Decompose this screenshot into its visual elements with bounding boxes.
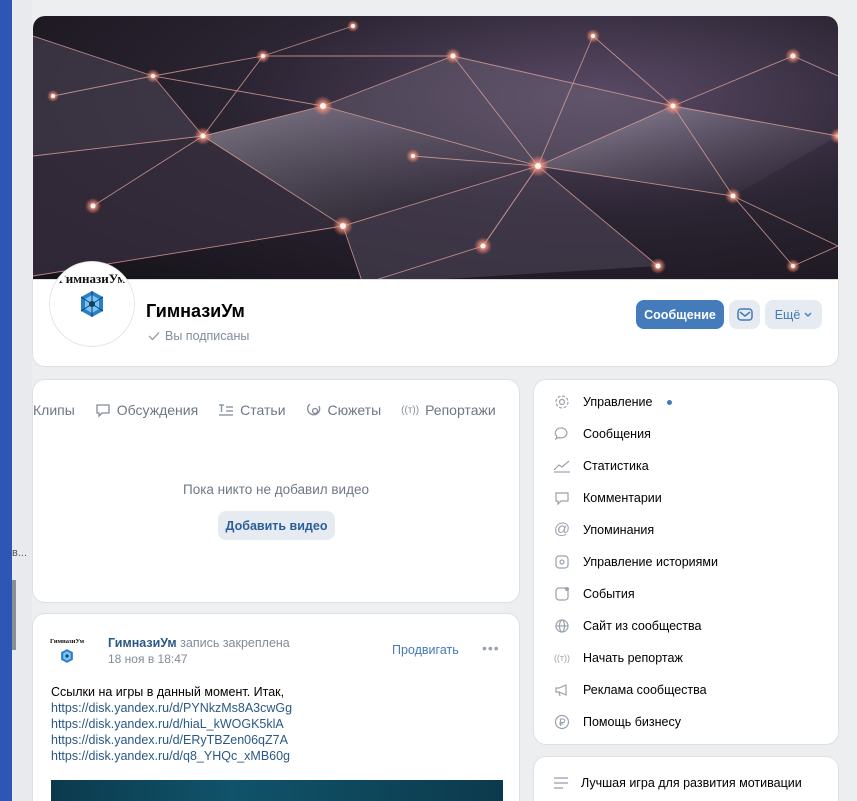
tab-label: Репортажи — [425, 402, 496, 418]
menu-item-statistics[interactable]: Статистика — [553, 456, 649, 476]
post-link[interactable]: https://disk.yandex.ru/d/PYNkzMs8A3cwGg — [51, 700, 292, 716]
article-icon — [219, 404, 234, 416]
tab-label: Сюжеты — [327, 402, 382, 418]
menu-item-stories-management[interactable]: Управление историями — [553, 552, 718, 572]
avatar-logo-icon — [80, 291, 104, 317]
message-icon — [553, 425, 571, 443]
menu-item-ads[interactable]: Реклама сообщества — [553, 680, 707, 700]
pinned-post: ГимназиУм ГимназиУм запись закреплена 18… — [33, 614, 519, 801]
left-column-fragment: в... — [12, 0, 32, 801]
menu-item-label: Реклама сообщества — [583, 683, 707, 697]
menu-item-label: Комментарии — [583, 491, 662, 505]
more-button-label: Ещё — [774, 307, 801, 322]
menu-item-label: Управление — [583, 395, 653, 409]
menu-item-management[interactable]: Управление — [553, 392, 672, 412]
videos-empty-text: Пока никто не добавил видео — [183, 482, 369, 497]
post-pinned-note: запись закреплена — [180, 636, 290, 650]
mail-icon — [736, 308, 753, 321]
post-body: Ссылки на игры в данный момент. Итак, ht… — [51, 684, 292, 764]
page: в... ГимназиУм ГимназиУм Вы подписаны Со… — [12, 0, 857, 801]
avatar-logo-text: ГимназиУм — [57, 271, 127, 286]
post-link[interactable]: https://disk.yandex.ru/d/q8_YHQc_xMB60g — [51, 748, 292, 764]
menu-item-comments[interactable]: Комментарии — [553, 488, 662, 508]
post-date[interactable]: 18 ноя в 18:47 — [108, 652, 188, 666]
list-icon — [554, 777, 568, 789]
tab-clips[interactable]: Клипы — [33, 398, 75, 422]
gear-icon — [553, 393, 571, 411]
menu-item-label: Начать репортаж — [583, 651, 683, 665]
promote-button[interactable]: Продвигать — [392, 643, 459, 657]
topic-item[interactable]: Лучшая игра для развития мотивации — [553, 776, 802, 790]
tab-stories[interactable]: Сюжеты — [306, 398, 382, 422]
notification-dot — [666, 399, 672, 405]
at-icon: @ — [553, 521, 571, 538]
globe-icon — [553, 617, 571, 635]
more-button[interactable]: Ещё — [765, 300, 822, 329]
menu-item-label: Упоминания — [583, 523, 655, 537]
menu-item-label: Управление историями — [583, 555, 719, 569]
menu-item-label: Сообщения — [583, 427, 651, 441]
menu-item-mentions[interactable]: @ Упоминания — [553, 520, 654, 540]
menu-item-label: Помощь бизнесу — [583, 715, 681, 729]
comment-icon — [553, 489, 571, 507]
message-button[interactable]: Сообщение — [636, 300, 724, 329]
menu-item-label: События — [583, 587, 635, 601]
notifications-button[interactable] — [729, 300, 760, 329]
subscription-status[interactable]: Вы подписаны — [148, 329, 249, 343]
menu-item-site[interactable]: Сайт из сообщества — [553, 616, 701, 636]
tab-label: Статьи — [240, 402, 286, 418]
check-icon — [148, 332, 160, 341]
event-icon — [553, 585, 571, 603]
menu-item-messages[interactable]: Сообщения — [553, 424, 651, 444]
admin-menu: Управление Сообщения Статистика Коммента… — [534, 380, 838, 744]
menu-item-events[interactable]: События — [553, 584, 635, 604]
group-avatar[interactable]: ГимназиУм — [50, 262, 134, 346]
add-video-button[interactable]: Добавить видео — [218, 511, 335, 540]
post-author[interactable]: ГимназиУм — [108, 636, 177, 650]
menu-item-business-help[interactable]: Помощь бизнесу — [553, 712, 681, 732]
topic-label: Лучшая игра для развития мотивации — [581, 776, 802, 790]
tab-broadcasts[interactable]: ((т)) Репортажи — [401, 398, 496, 422]
content-tabs-card: Клипы Обсуждения Статьи Сюжеты ((т)) Реп… — [33, 380, 519, 602]
broadcast-icon: ((т)) — [553, 653, 571, 663]
post-text: Ссылки на игры в данный момент. Итак, — [51, 685, 285, 699]
post-header: ГимназиУм запись закреплена — [108, 636, 290, 650]
cover-image — [33, 16, 838, 284]
broadcast-icon: ((т)) — [401, 404, 420, 416]
tab-discussions[interactable]: Обсуждения — [95, 398, 198, 422]
subscription-label: Вы подписаны — [165, 329, 250, 343]
cover-network-graphic — [33, 20, 838, 284]
stories-icon — [306, 403, 320, 416]
post-link[interactable]: https://disk.yandex.ru/d/hiaL_kWOGK5klA — [51, 716, 292, 732]
menu-item-label: Статистика — [583, 459, 649, 473]
post-image[interactable] — [51, 780, 503, 801]
stats-icon — [553, 457, 571, 475]
chevron-down-icon — [804, 312, 812, 317]
menu-item-label: Сайт из сообщества — [583, 619, 702, 633]
stories-manage-icon — [553, 553, 571, 571]
tab-articles[interactable]: Статьи — [218, 398, 286, 422]
post-avatar-logo-icon — [61, 649, 73, 663]
group-name[interactable]: ГимназиУм — [146, 301, 245, 322]
post-link[interactable]: https://disk.yandex.ru/d/ERyTBZen06qZ7A — [51, 732, 292, 748]
post-avatar-text: ГимназиУм — [49, 638, 85, 645]
menu-item-start-broadcast[interactable]: ((т)) Начать репортаж — [553, 648, 683, 668]
post-more-icon[interactable]: ••• — [482, 640, 500, 656]
tab-label: Обсуждения — [116, 402, 199, 418]
left-fragment-text: в... — [12, 547, 28, 559]
left-thumbnail[interactable] — [12, 580, 16, 650]
megaphone-icon — [553, 681, 571, 699]
chat-bubble-icon — [96, 404, 110, 418]
tab-label: Клипы — [33, 402, 75, 418]
pinned-topic-card: Лучшая игра для развития мотивации — [534, 757, 838, 801]
ruble-icon — [553, 713, 571, 731]
post-avatar[interactable]: ГимназиУм — [49, 636, 85, 672]
content-tabs: Клипы Обсуждения Статьи Сюжеты ((т)) Реп… — [33, 398, 519, 422]
